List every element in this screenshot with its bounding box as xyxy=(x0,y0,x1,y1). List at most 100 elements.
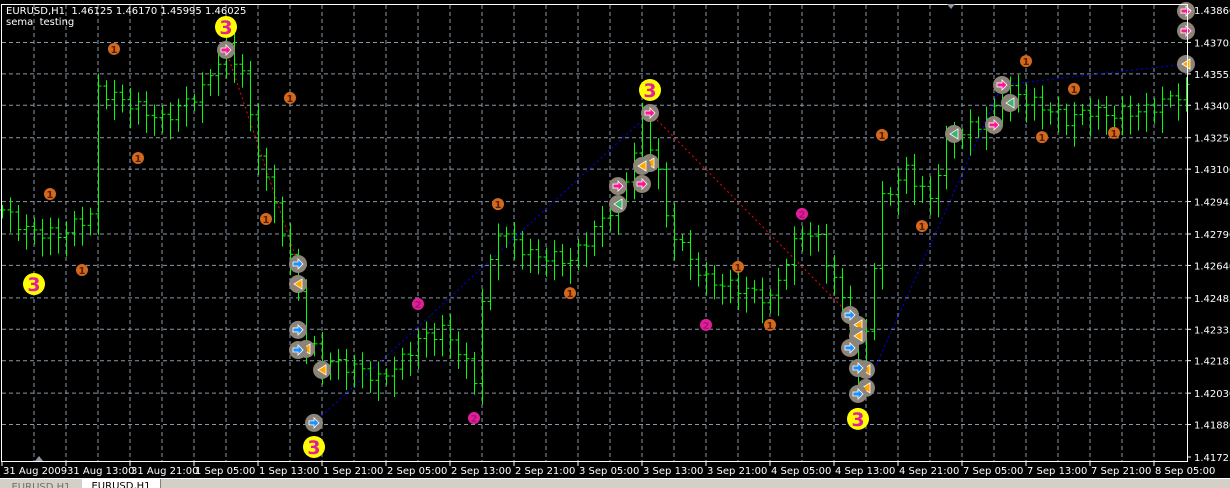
price-bar xyxy=(887,187,894,206)
price-bar xyxy=(895,167,902,215)
sell-arrow-marker xyxy=(633,174,651,193)
time-tick-label: 31 Aug 13:00 xyxy=(67,466,134,477)
price-bar xyxy=(63,221,70,257)
time-tick-label: 1 Sep 21:00 xyxy=(323,466,383,477)
sell-arrow-marker xyxy=(1177,21,1195,40)
price-bar xyxy=(527,238,534,273)
price-bar xyxy=(95,73,102,235)
sema-label: 2 xyxy=(799,210,806,221)
sema1-marker: 1 xyxy=(492,198,504,211)
price-bar xyxy=(423,321,430,358)
price-bar xyxy=(567,248,574,284)
sema1-marker: 1 xyxy=(44,188,56,201)
sema-label: 2 xyxy=(415,300,422,311)
sema-label: 1 xyxy=(287,94,294,105)
price-bar xyxy=(1071,102,1078,147)
price-bar xyxy=(1095,99,1102,130)
price-bar xyxy=(415,330,422,370)
zigzag-segment xyxy=(225,49,299,265)
price-bar xyxy=(743,276,750,313)
sema-label: 1 xyxy=(1071,85,1078,96)
price-bar xyxy=(135,92,142,125)
price-bar xyxy=(791,226,798,286)
sema-label: 1 xyxy=(735,263,742,274)
price-bar xyxy=(967,109,974,156)
price-tick-label: 1.43250 xyxy=(1194,134,1230,145)
price-bar xyxy=(535,239,542,275)
price-bar xyxy=(1151,98,1158,124)
time-tick-label: 3 Sep 21:00 xyxy=(707,466,767,477)
buy-arrow-marker xyxy=(841,306,859,325)
price-bar xyxy=(679,234,686,252)
sema1-marker: 1 xyxy=(1036,131,1048,144)
price-bar xyxy=(1175,83,1182,121)
sema2-marker: 2 xyxy=(468,412,480,425)
symbol-info: EURUSD,H1 1.46125 1.46170 1.45995 1.4602… xyxy=(6,6,247,17)
sema-label: 1 xyxy=(1111,129,1118,140)
exit-green-arrow-marker xyxy=(1001,93,1019,112)
sema-label: 3 xyxy=(27,274,40,296)
price-bar xyxy=(151,104,158,136)
price-tick-label: 1.43405 xyxy=(1194,101,1230,112)
sema-label: 1 xyxy=(263,215,270,226)
price-bar xyxy=(343,348,350,390)
price-bar xyxy=(0,204,6,219)
price-bars xyxy=(0,32,1190,405)
price-bar xyxy=(703,261,710,296)
price-bar xyxy=(695,252,702,287)
exit-arrow-marker xyxy=(633,156,651,175)
price-tick-label: 1.41725 xyxy=(1194,453,1230,464)
price-bar xyxy=(335,348,342,380)
sell-arrow-marker xyxy=(641,104,659,123)
buy-arrow-marker xyxy=(289,254,307,273)
price-bar xyxy=(583,232,590,268)
price-tick-label: 1.42640 xyxy=(1194,261,1230,272)
sema1-marker: 1 xyxy=(1020,55,1032,68)
time-tick-label: 31 Aug 21:00 xyxy=(131,466,198,477)
price-bar xyxy=(455,331,462,369)
time-tick-label: 7 Sep 13:00 xyxy=(1027,466,1087,477)
price-bar xyxy=(183,86,190,127)
price-bar xyxy=(767,288,774,314)
price-bar xyxy=(255,103,262,175)
price-tick-label: 1.42030 xyxy=(1194,389,1230,400)
price-axis[interactable]: 1.43860 1.43705 1.43555 1.43405 1.43250 1.431… xyxy=(1187,6,1230,464)
price-bar xyxy=(79,206,86,246)
price-bar xyxy=(231,32,238,83)
price-bar xyxy=(399,347,406,380)
sema-label: 1 xyxy=(135,154,142,165)
price-bar xyxy=(31,217,38,245)
sema1-marker: 1 xyxy=(916,220,928,233)
zigzag-segment xyxy=(865,84,1003,389)
price-bar xyxy=(447,314,454,359)
price-bar xyxy=(1039,85,1046,130)
price-bar xyxy=(1103,95,1110,135)
exit-arrow-marker xyxy=(289,275,307,294)
price-bar xyxy=(351,354,358,388)
indicator-label: sema testing xyxy=(6,17,75,28)
price-bar xyxy=(367,361,374,393)
price-bar xyxy=(55,218,62,254)
price-bar xyxy=(975,116,982,139)
price-bar xyxy=(807,222,814,256)
sema3-marker: 3 xyxy=(215,15,237,39)
scroll-marker[interactable] xyxy=(35,456,43,461)
buy-arrow-marker xyxy=(849,359,867,378)
sema2-marker: 2 xyxy=(700,318,712,332)
price-bar xyxy=(831,255,838,296)
price-bar xyxy=(935,164,942,218)
price-bar xyxy=(495,223,502,281)
price-bar xyxy=(39,218,46,257)
chart-shift-marker[interactable] xyxy=(947,4,955,9)
time-tick-label: 7 Sep 21:00 xyxy=(1091,466,1151,477)
sema-label: 1 xyxy=(1023,57,1030,68)
price-bar xyxy=(431,323,438,356)
zigzag-segment xyxy=(1001,63,1187,86)
sema1-marker: 1 xyxy=(76,264,88,277)
price-chart[interactable]: 3 3 3 3 3 1 1 1 1 1 1 1 1 1 1 1 1 1 1 1 1 2 2 2 2 1.43860 1.43705… xyxy=(0,0,1230,478)
price-bar xyxy=(671,203,678,261)
price-bar xyxy=(271,164,278,224)
price-bar xyxy=(511,221,518,260)
time-axis[interactable]: 31 Aug 2009 31 Aug 13:0031 Aug 21:001 Sep… xyxy=(1,461,1215,477)
price-tick-label: 1.42335 xyxy=(1194,325,1230,336)
